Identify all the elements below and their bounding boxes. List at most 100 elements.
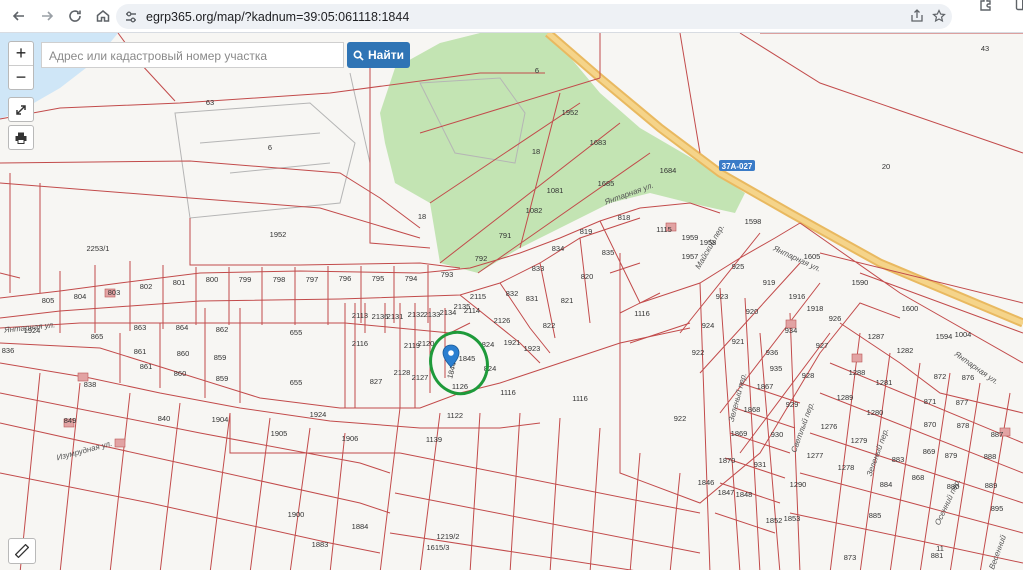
plot-label: 2114 xyxy=(464,306,480,315)
url-text[interactable]: egrp365.org/map/?kadnum=39:05:061118:184… xyxy=(146,10,409,24)
plot-label: 1288 xyxy=(849,368,866,377)
zoom-out-button[interactable]: − xyxy=(9,66,33,89)
plot-label: 1884 xyxy=(352,522,369,531)
fullscreen-button[interactable] xyxy=(8,97,34,122)
address-bar[interactable]: egrp365.org/map/?kadnum=39:05:061118:184… xyxy=(116,4,952,29)
plot-label: 1126 xyxy=(452,382,468,391)
plot-label: 6 xyxy=(535,66,539,75)
plot-label: 885 xyxy=(869,511,882,520)
plot-label: 1081 xyxy=(547,186,564,195)
plot-label: 889 xyxy=(985,481,998,490)
plot-label: 1594 xyxy=(936,332,953,341)
plot-label: 821 xyxy=(561,296,574,305)
plot-label: 921 xyxy=(732,337,745,346)
cadastral-map[interactable]: 37A-027 Янтарная ул. Янтарная ул. Янтарная… xyxy=(0,33,1023,570)
plot-label: 1277 xyxy=(807,451,824,460)
back-button[interactable] xyxy=(8,5,30,27)
sidebar-button[interactable] xyxy=(1011,0,1023,15)
street-label: Изумрудная ул. xyxy=(56,439,114,463)
plot-label: 922 xyxy=(692,348,705,357)
plot-label: 920 xyxy=(746,307,759,316)
plot-label: 1847 xyxy=(718,488,735,497)
plot-label: 1924 xyxy=(310,410,327,419)
plot-label: 834 xyxy=(552,244,565,253)
plot-label: 1916 xyxy=(789,292,806,301)
ruler-icon xyxy=(15,544,29,558)
plot-label: 1959 xyxy=(682,233,699,242)
plot-label: 836 xyxy=(2,346,15,355)
plot-label: 840 xyxy=(158,414,171,423)
plot-label: 887 xyxy=(991,430,1004,439)
extensions-button[interactable] xyxy=(975,0,997,15)
tune-icon[interactable] xyxy=(124,10,138,24)
plot-label: 861 xyxy=(140,362,153,371)
share-icon[interactable] xyxy=(910,9,924,23)
plot-label: 11 xyxy=(936,544,944,553)
plot-label: 2131 xyxy=(387,312,404,321)
plot-label: 2128 xyxy=(394,368,411,377)
plot-label: 1923 xyxy=(524,344,541,353)
search-box[interactable] xyxy=(41,42,344,69)
plot-label: 873 xyxy=(844,553,857,562)
plot-label: 860 xyxy=(174,369,187,378)
plot-label: 1280 xyxy=(867,408,884,417)
arrow-left-icon xyxy=(12,11,24,21)
map-canvas[interactable]: 37A-027 Янтарная ул.Янтарная ул.Янтарная… xyxy=(0,33,1023,570)
plot-label: 1852 xyxy=(766,516,783,525)
plot-label: 1004 xyxy=(955,330,972,339)
plot-label: 793 xyxy=(441,270,454,279)
plot-label: 871 xyxy=(924,397,937,406)
plot-label: 1685 xyxy=(598,179,615,188)
plot-label: 1683 xyxy=(590,138,607,147)
plot-label: 2115 xyxy=(470,292,486,301)
plot-label: 934 xyxy=(785,326,798,335)
find-button[interactable]: Найти xyxy=(347,42,410,68)
plot-label: 1279 xyxy=(851,436,868,445)
plot-label: 1952 xyxy=(562,108,579,117)
plot-label: 864 xyxy=(176,323,189,332)
plot-label: 800 xyxy=(206,275,219,284)
reload-button[interactable] xyxy=(64,5,86,27)
plot-label: 862 xyxy=(216,325,229,334)
plot-label: 791 xyxy=(499,231,512,240)
plot-label: 924 xyxy=(702,321,715,330)
plot-label: 919 xyxy=(763,278,776,287)
plot-label: 861 xyxy=(134,347,147,356)
plot-label: 795 xyxy=(372,274,385,283)
plot-label: 928 xyxy=(802,371,815,380)
find-button-label: Найти xyxy=(368,48,404,62)
plot-label: 880 xyxy=(947,482,960,491)
plot-label: 930 xyxy=(771,430,784,439)
plot-label: 2133 xyxy=(424,310,441,319)
plot-label: 927 xyxy=(816,341,829,350)
plot-label: 803 xyxy=(108,288,121,297)
plot-label: 876 xyxy=(962,373,975,382)
zoom-in-button[interactable]: + xyxy=(9,42,33,65)
star-icon[interactable] xyxy=(932,9,946,23)
plot-label: 1116 xyxy=(572,394,588,403)
plot-label: 2113 xyxy=(352,311,368,320)
plot-label: 63 xyxy=(206,98,214,107)
reload-icon xyxy=(69,10,81,22)
plot-label: 818 xyxy=(618,213,631,222)
print-icon xyxy=(15,132,27,144)
ruler-button[interactable] xyxy=(8,538,36,564)
plot-label: 18 xyxy=(418,212,426,221)
browser-toolbar: egrp365.org/map/?kadnum=39:05:061118:184… xyxy=(0,0,1023,33)
print-button[interactable] xyxy=(8,125,34,150)
plot-label: 1848 xyxy=(736,490,753,499)
plot-label: 1958 xyxy=(700,238,717,247)
plot-label: 1868 xyxy=(744,405,761,414)
plot-label: 18 xyxy=(532,147,540,156)
plot-label: 935 xyxy=(770,364,783,373)
home-button[interactable] xyxy=(92,5,114,27)
plot-label: 1846 xyxy=(698,478,715,487)
plot-label: 859 xyxy=(214,353,227,362)
plot-label: 832 xyxy=(506,289,519,298)
forward-button[interactable] xyxy=(36,5,58,27)
search-input[interactable] xyxy=(42,43,341,69)
plot-label: 804 xyxy=(74,292,87,301)
plot-label: 20 xyxy=(882,162,890,171)
plot-label: 805 xyxy=(42,296,55,305)
plot-label: 936 xyxy=(766,348,779,357)
